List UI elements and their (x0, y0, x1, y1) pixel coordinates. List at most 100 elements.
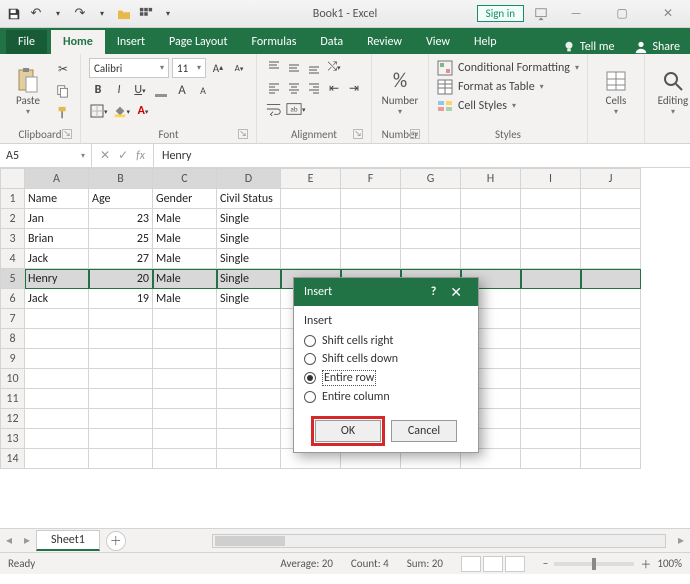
cell[interactable] (25, 429, 89, 449)
cell[interactable] (521, 229, 581, 249)
touch-mode-icon[interactable] (138, 6, 154, 22)
next-sheet-button[interactable]: ▸ (18, 533, 36, 548)
cell[interactable] (25, 409, 89, 429)
cell[interactable] (461, 249, 521, 269)
close-dialog-button[interactable]: ✕ (444, 284, 468, 301)
cell[interactable]: Single (217, 209, 281, 229)
name-box[interactable]: A5 ▾ (0, 144, 92, 167)
row-header[interactable]: 7 (1, 309, 25, 329)
row-header[interactable]: 9 (1, 349, 25, 369)
cell[interactable] (521, 209, 581, 229)
cell[interactable] (153, 449, 217, 469)
cell[interactable] (521, 369, 581, 389)
cell[interactable] (581, 309, 641, 329)
cell[interactable] (401, 229, 461, 249)
cell[interactable] (581, 269, 641, 289)
cell[interactable] (341, 189, 401, 209)
tab-insert[interactable]: Insert (105, 30, 157, 54)
tab-view[interactable]: View (414, 30, 462, 54)
cell[interactable]: 19 (89, 289, 153, 309)
paste-button[interactable]: Paste ▾ (8, 58, 48, 126)
cell[interactable] (281, 249, 341, 269)
column-header-H[interactable]: H (461, 169, 521, 189)
cell[interactable] (89, 409, 153, 429)
cell[interactable]: Male (153, 209, 217, 229)
format-painter-button[interactable] (54, 104, 72, 122)
zoom-out-button[interactable]: − (543, 557, 548, 570)
font-size-combo[interactable]: 11▾ (172, 58, 206, 78)
cell[interactable]: Brian (25, 229, 89, 249)
undo-icon[interactable]: ↶ (28, 6, 44, 22)
zoom-control[interactable]: − ＋ 100% (543, 556, 682, 572)
cancel-button[interactable]: Cancel (391, 420, 457, 442)
conditional-formatting-button[interactable]: Conditional Formatting▾ (437, 60, 579, 76)
cell[interactable] (89, 329, 153, 349)
cell[interactable]: Male (153, 249, 217, 269)
cell[interactable] (581, 349, 641, 369)
cell[interactable] (25, 309, 89, 329)
cell[interactable] (89, 309, 153, 329)
cell[interactable] (25, 349, 89, 369)
row-header[interactable]: 12 (1, 409, 25, 429)
cell[interactable] (581, 449, 641, 469)
cell[interactable]: Jan (25, 209, 89, 229)
zoom-in-button[interactable]: ＋ (640, 556, 651, 572)
cell[interactable] (581, 429, 641, 449)
cell[interactable]: Jack (25, 289, 89, 309)
customize-qat-icon[interactable]: ▾ (160, 6, 176, 22)
font-smaller-a[interactable]: A (194, 81, 212, 99)
cell[interactable] (25, 329, 89, 349)
tab-help[interactable]: Help (462, 30, 509, 54)
font-name-combo[interactable]: Calibri▾ (89, 58, 169, 78)
cell[interactable] (281, 189, 341, 209)
cut-button[interactable]: ✂ (54, 60, 72, 78)
column-header-J[interactable]: J (581, 169, 641, 189)
formula-input[interactable]: Henry (154, 144, 690, 167)
cell[interactable] (341, 229, 401, 249)
row-header[interactable]: 5 (1, 269, 25, 289)
cell[interactable] (89, 429, 153, 449)
cell[interactable] (581, 249, 641, 269)
cell[interactable] (461, 229, 521, 249)
cell[interactable] (217, 309, 281, 329)
cell[interactable]: Male (153, 289, 217, 309)
cell[interactable] (521, 249, 581, 269)
cell[interactable]: Henry (25, 269, 89, 289)
cell[interactable] (153, 429, 217, 449)
cell[interactable] (89, 449, 153, 469)
dialog-launcher-icon[interactable]: ↘ (62, 129, 72, 139)
cell[interactable] (581, 229, 641, 249)
cell[interactable] (25, 389, 89, 409)
cell[interactable] (581, 389, 641, 409)
cell[interactable]: Male (153, 269, 217, 289)
option-shift-right[interactable]: Shift cells right (304, 332, 468, 350)
column-header-B[interactable]: B (89, 169, 153, 189)
cell[interactable]: Single (217, 249, 281, 269)
cell[interactable] (581, 369, 641, 389)
column-header-D[interactable]: D (217, 169, 281, 189)
close-button[interactable]: ✕ (650, 4, 686, 24)
cell[interactable] (401, 209, 461, 229)
cell[interactable] (461, 189, 521, 209)
horizontal-scrollbar[interactable] (212, 534, 666, 548)
cell[interactable] (153, 309, 217, 329)
minimize-button[interactable]: — (558, 4, 594, 24)
tell-me-button[interactable]: Tell me (552, 40, 625, 54)
align-bottom-button[interactable] (305, 58, 323, 76)
normal-view-button[interactable] (461, 556, 481, 572)
number-format-button[interactable]: % Number ▾ (380, 58, 420, 126)
column-header-E[interactable]: E (281, 169, 341, 189)
cell[interactable] (281, 229, 341, 249)
cell[interactable]: 25 (89, 229, 153, 249)
font-color-button[interactable]: A▾ (134, 102, 152, 120)
cell[interactable] (153, 389, 217, 409)
align-right-button[interactable] (305, 79, 323, 97)
format-as-table-button[interactable]: Format as Table▾ (437, 79, 579, 95)
increase-indent-button[interactable]: ⇥ (345, 79, 363, 97)
tab-formulas[interactable]: Formulas (239, 30, 308, 54)
cell[interactable] (217, 349, 281, 369)
decrease-indent-button[interactable]: ⇤ (325, 79, 343, 97)
option-entire-column[interactable]: Entire column (304, 388, 468, 406)
save-icon[interactable] (6, 6, 22, 22)
cell[interactable]: Single (217, 269, 281, 289)
